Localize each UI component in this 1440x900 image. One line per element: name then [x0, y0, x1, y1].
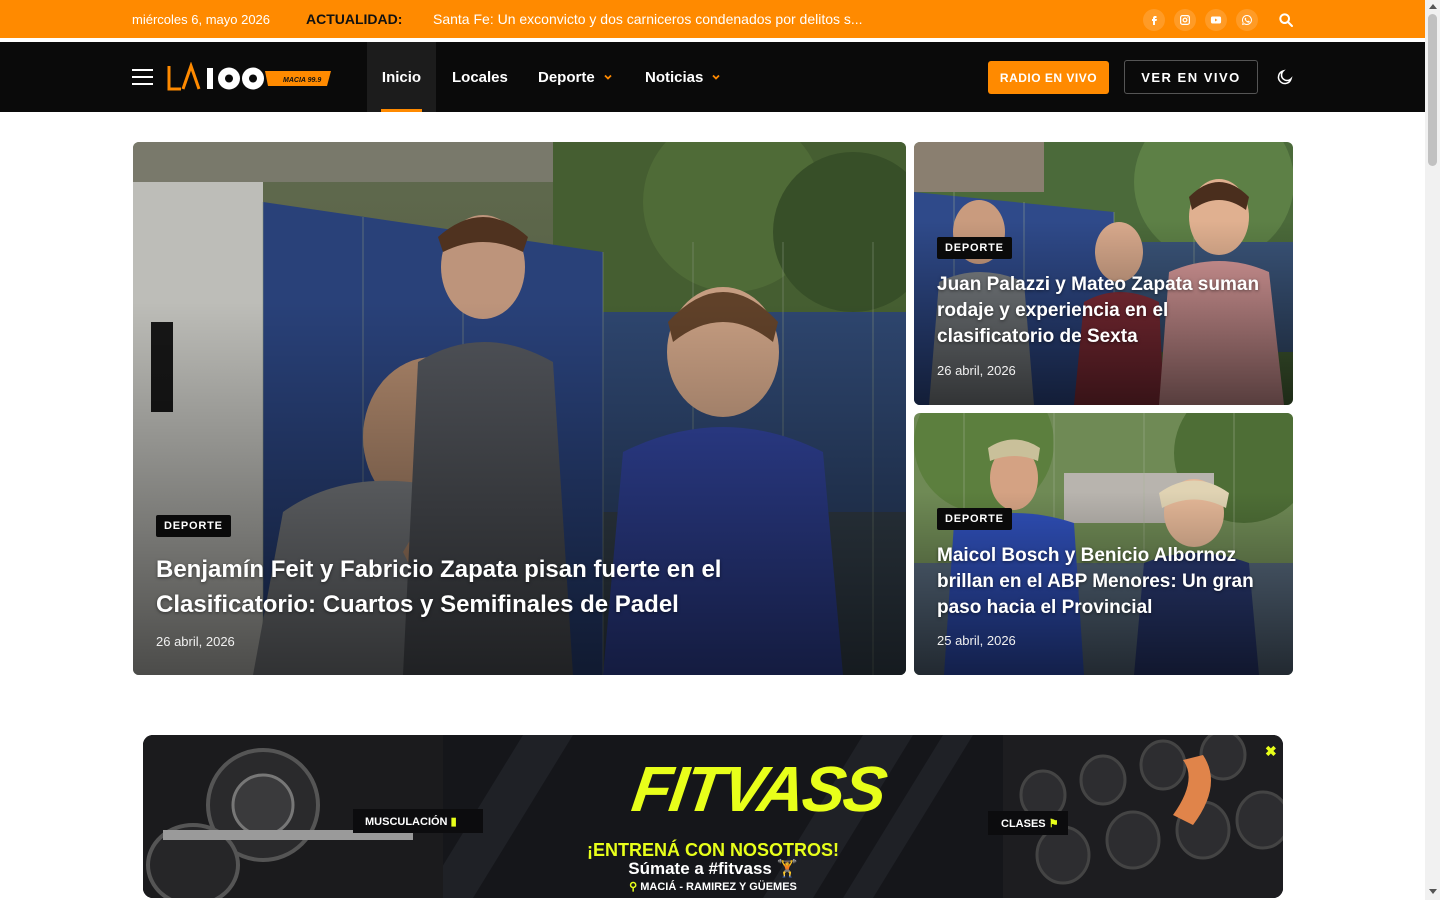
chevron-down-icon	[712, 74, 720, 80]
nav-item-deporte[interactable]: Deporte	[538, 42, 613, 112]
close-ad-icon[interactable]: ✖	[1265, 743, 1277, 760]
site-logo[interactable]: MACIA 99.9	[167, 62, 332, 94]
title-line: brillan en el ABP Menores: Un gran	[937, 571, 1254, 592]
scroll-up-icon[interactable]	[1429, 4, 1437, 9]
radio-en-vivo-button[interactable]: RADIO EN VIVO	[988, 61, 1109, 94]
title-line: Clasificatorio: Cuartos y Semifinales de…	[156, 591, 679, 618]
featured-side-title[interactable]: Maicol Bosch y Benicio Albornoz brillan …	[937, 543, 1254, 621]
featured-side-card[interactable]: DEPORTE Maicol Bosch y Benicio Albornoz …	[914, 413, 1293, 675]
nav-item-label: Locales	[452, 68, 508, 86]
youtube-icon[interactable]	[1205, 9, 1227, 31]
location-pin-icon: ⚲	[629, 881, 638, 893]
category-badge[interactable]: DEPORTE	[937, 508, 1012, 530]
category-badge[interactable]: DEPORTE	[937, 237, 1012, 259]
title-line: Benjamín Feit y Fabricio Zapata pisan fu…	[156, 556, 722, 583]
whatsapp-icon[interactable]	[1236, 9, 1258, 31]
page-scrollbar[interactable]	[1425, 0, 1440, 900]
ad-banner[interactable]: FITVASS ¡ENTRENÁ CON NOSOTROS! Súmate a …	[143, 735, 1283, 898]
ad-brand: FITVASS	[627, 753, 890, 825]
chevron-down-icon	[604, 74, 612, 80]
logo-sub: MACIA 99.9	[283, 77, 321, 84]
nav-item-label: Deporte	[538, 68, 595, 86]
nav-item-locales[interactable]: Locales	[452, 42, 508, 112]
dark-mode-icon[interactable]	[1276, 68, 1294, 86]
nav-item-noticias[interactable]: Noticias	[645, 42, 721, 112]
ad-tag-right-text: CLASES	[1001, 818, 1046, 830]
category-badge[interactable]: DEPORTE	[156, 515, 231, 537]
ad-headline: ¡ENTRENÁ CON NOSOTROS!	[587, 840, 839, 860]
ticker-headline[interactable]: Santa Fe: Un exconvicto y dos carniceros…	[433, 11, 863, 27]
ad-subline: Súmate a #fitvass 🏋️	[628, 859, 798, 878]
current-date: miércoles 6, mayo 2026	[132, 12, 271, 27]
menu-icon[interactable]	[132, 69, 153, 85]
nav-item-label: Noticias	[645, 68, 704, 86]
title-line: Juan Palazzi y Mateo Zapata suman	[937, 274, 1260, 295]
dumbbell-icon: ▮	[450, 816, 457, 828]
search-icon[interactable]	[1278, 12, 1294, 28]
ad-tag-right: CLASES ⚑	[1001, 817, 1059, 830]
ad-location-text: MACIÁ - RAMIREZ Y GÜEMES	[640, 881, 797, 893]
featured-side-title[interactable]: Juan Palazzi y Mateo Zapata suman rodaje…	[937, 272, 1259, 350]
ad-location: ⚲ MACIÁ - RAMIREZ Y GÜEMES	[143, 880, 1283, 893]
post-date: 25 abril, 2026	[937, 633, 1016, 648]
title-line: paso hacia el Provincial	[937, 597, 1153, 618]
facebook-icon[interactable]	[1143, 9, 1165, 31]
ad-tag-left: MUSCULACIÓN ▮	[365, 815, 457, 828]
page: miércoles 6, mayo 2026 ACTUALIDAD: Santa…	[0, 0, 1440, 900]
featured-side-card[interactable]: DEPORTE Juan Palazzi y Mateo Zapata suma…	[914, 142, 1293, 405]
title-line: Maicol Bosch y Benicio Albornoz	[937, 545, 1237, 566]
post-date: 26 abril, 2026	[156, 634, 235, 649]
title-line: clasificatorio de Sexta	[937, 326, 1138, 347]
nav-item-label: Inicio	[381, 68, 422, 86]
instagram-icon[interactable]	[1174, 9, 1196, 31]
featured-main-card[interactable]: DEPORTE Benjamín Feit y Fabricio Zapata …	[133, 142, 906, 675]
scroll-thumb[interactable]	[1428, 14, 1437, 166]
scroll-down-icon[interactable]	[1429, 889, 1437, 894]
main-nav: MACIA 99.9 Inicio Locales Deporte Notici…	[0, 42, 1425, 112]
featured-main-title[interactable]: Benjamín Feit y Fabricio Zapata pisan fu…	[156, 552, 721, 622]
ticker-label: ACTUALIDAD:	[306, 11, 403, 27]
nav-item-inicio[interactable]: Inicio	[367, 42, 436, 112]
title-line: rodaje y experiencia en el	[937, 300, 1169, 321]
post-date: 26 abril, 2026	[937, 363, 1016, 378]
trophy-icon: ⚑	[1048, 818, 1059, 830]
ad-tag-left-text: MUSCULACIÓN	[365, 816, 448, 828]
top-bar: miércoles 6, mayo 2026 ACTUALIDAD: Santa…	[0, 0, 1425, 40]
ver-en-vivo-button[interactable]: VER EN VIVO	[1124, 60, 1258, 94]
